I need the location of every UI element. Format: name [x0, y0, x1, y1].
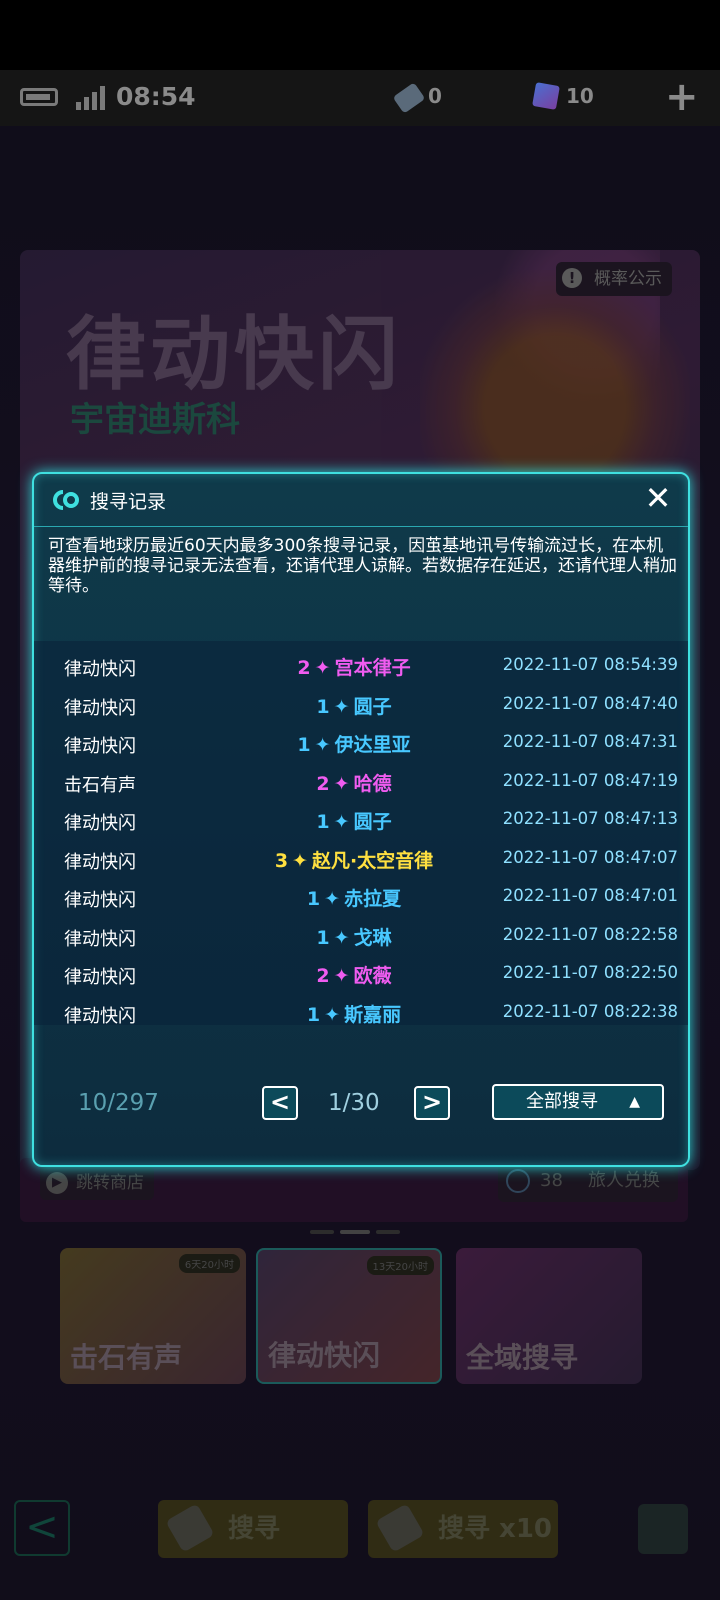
next-page-button[interactable]: > — [414, 1086, 450, 1120]
dialog-header: 搜寻记录 ✕ — [34, 474, 688, 527]
record-name: 戈琳 — [353, 926, 392, 949]
gem-count: 10 — [566, 84, 594, 108]
star-icon: ✦ — [314, 657, 331, 679]
record-name: 赤拉夏 — [344, 888, 402, 910]
record-time: 2022-11-07 08:22:58 — [502, 924, 678, 944]
record-character: 1 ✦ 圆子 — [184, 692, 524, 719]
star-icon: ✦ — [333, 811, 350, 833]
record-pool: 律动快闪 — [64, 659, 136, 680]
record-time: 2022-11-07 08:47:07 — [502, 847, 678, 867]
record-time: 2022-11-07 08:47:13 — [502, 809, 678, 828]
star-icon: ✦ — [314, 734, 331, 756]
record-name: 圆子 — [353, 695, 392, 718]
record-stars: 1 — [316, 811, 330, 833]
record-row: 律动快闪 1 ✦ 赤拉夏 2022-11-07 08:47:01 — [34, 878, 688, 917]
record-stars: 1 — [306, 888, 321, 910]
caret-up-icon: ▲ — [629, 1094, 640, 1110]
gem-icon — [532, 82, 560, 110]
record-name: 赵凡·太空音律 — [311, 849, 434, 872]
record-time: 2022-11-07 08:54:39 — [502, 655, 678, 674]
star-icon: ✦ — [324, 1003, 341, 1026]
record-stars: 1 — [316, 695, 330, 718]
record-pool: 击石有声 — [64, 774, 136, 796]
filter-dropdown[interactable]: 全部搜寻 ▲ — [492, 1084, 664, 1120]
record-row: 律动快闪 1 ✦ 圆子 2022-11-07 08:47:13 — [34, 801, 688, 840]
record-character: 3 ✦ 赵凡·太空音律 — [184, 846, 524, 873]
status-bar: 08:54 0 10 + — [0, 70, 720, 126]
record-stars: 1 — [316, 926, 330, 949]
record-name: 斯嘉丽 — [344, 1003, 402, 1026]
record-pool: 律动快闪 — [64, 1005, 136, 1027]
record-character: 2 ✦ 哈德 — [184, 769, 524, 796]
record-stars: 1 — [297, 734, 311, 756]
record-stars: 1 — [306, 1003, 321, 1026]
record-pool: 律动快闪 — [64, 697, 136, 719]
record-total: 10/297 — [78, 1090, 159, 1116]
record-name: 圆子 — [353, 811, 392, 833]
record-pool: 律动快闪 — [64, 813, 136, 834]
record-stars: 2 — [316, 772, 330, 795]
record-time: 2022-11-07 08:22:38 — [502, 1001, 678, 1021]
record-row: 律动快闪 2 ✦ 欧薇 2022-11-07 08:22:50 — [34, 955, 688, 994]
star-icon: ✦ — [333, 926, 350, 949]
record-time: 2022-11-07 08:22:50 — [502, 963, 678, 982]
record-character: 1 ✦ 圆子 — [184, 807, 524, 834]
logo-icon — [53, 490, 79, 510]
record-stars: 2 — [316, 965, 330, 987]
record-row: 律动快闪 3 ✦ 赵凡·太空音律 2022-11-07 08:47:07 — [34, 840, 688, 879]
close-icon[interactable]: ✕ — [642, 482, 674, 514]
add-currency-button[interactable]: + — [665, 74, 699, 120]
search-record-dialog: 搜寻记录 ✕ 可查看地球历最近60天内最多300条搜寻记录，因茧基地讯号传输流过… — [32, 472, 690, 1167]
record-character: 2 ✦ 宫本律子 — [184, 653, 524, 680]
clock-time: 08:54 — [116, 82, 196, 111]
top-black-area — [0, 0, 720, 70]
record-time: 2022-11-07 08:47:40 — [502, 693, 678, 713]
battery-icon — [20, 88, 58, 106]
record-character: 1 ✦ 戈琳 — [184, 923, 524, 950]
ticket-icon — [392, 82, 426, 114]
record-list: 律动快闪 2 ✦ 宫本律子 2022-11-07 08:54:39 律动快闪 1 ✦ 圆子 202… — [34, 641, 688, 1027]
dialog-notice: 可查看地球历最近60天内最多300条搜寻记录，因茧基地讯号传输流过长，在本机器维… — [48, 536, 677, 596]
record-name: 哈德 — [353, 772, 392, 795]
record-row: 律动快闪 1 ✦ 戈琳 2022-11-07 08:22:58 — [34, 917, 688, 956]
record-name: 伊达里亚 — [334, 734, 411, 756]
filter-label: 全部搜寻 — [526, 1091, 598, 1112]
signal-icon — [76, 86, 106, 110]
record-row: 律动快闪 1 ✦ 圆子 2022-11-07 08:47:40 — [34, 686, 688, 725]
record-character: 1 ✦ 赤拉夏 — [184, 884, 524, 911]
record-time: 2022-11-07 08:47:31 — [502, 732, 678, 751]
dialog-footer: 10/297 < 1/30 > 全部搜寻 ▲ — [34, 1074, 688, 1134]
record-row: 律动快闪 1 ✦ 伊达里亚 2022-11-07 08:47:31 — [34, 724, 688, 763]
record-pool: 律动快闪 — [64, 851, 136, 873]
record-row: 击石有声 2 ✦ 哈德 2022-11-07 08:47:19 — [34, 763, 688, 802]
star-icon: ✦ — [324, 888, 341, 910]
ticket-count: 0 — [428, 84, 442, 108]
star-icon: ✦ — [333, 965, 350, 987]
record-name: 欧薇 — [353, 965, 392, 987]
record-stars: 2 — [297, 657, 311, 679]
record-row: 律动快闪 2 ✦ 宫本律子 2022-11-07 08:54:39 — [34, 647, 688, 686]
record-time: 2022-11-07 08:47:19 — [502, 770, 678, 790]
record-row: 律动快闪 1 ✦ 斯嘉丽 2022-11-07 08:22:38 — [34, 994, 688, 1033]
prev-page-button[interactable]: < — [262, 1086, 298, 1120]
record-character: 1 ✦ 斯嘉丽 — [184, 1000, 524, 1027]
record-pool: 律动快闪 — [64, 890, 136, 911]
record-character: 2 ✦ 欧薇 — [184, 961, 524, 988]
star-icon: ✦ — [333, 695, 350, 718]
record-pool: 律动快闪 — [64, 928, 136, 950]
dialog-title: 搜寻记录 — [90, 491, 167, 513]
star-icon: ✦ — [292, 849, 308, 872]
record-pool: 律动快闪 — [64, 967, 136, 988]
page-indicator: 1/30 — [328, 1090, 380, 1116]
record-pool: 律动快闪 — [64, 736, 136, 757]
record-name: 宫本律子 — [334, 657, 411, 679]
record-stars: 3 — [274, 849, 289, 872]
record-character: 1 ✦ 伊达里亚 — [184, 730, 524, 757]
record-time: 2022-11-07 08:47:01 — [502, 886, 678, 905]
star-icon: ✦ — [333, 772, 350, 795]
